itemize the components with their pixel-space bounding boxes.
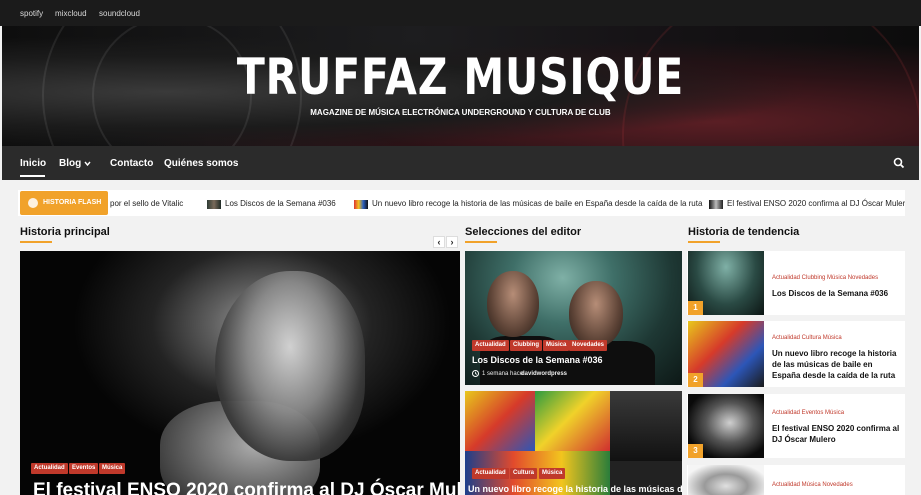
trending-categories[interactable]: Actualidad Música Novedades <box>772 482 853 488</box>
nav-item-quienes-somos[interactable]: Quiénes somos <box>164 158 238 169</box>
trending-rank: 1 <box>688 301 703 315</box>
category-tag[interactable]: Música <box>99 463 126 474</box>
ticker-item[interactable]: El festival ENSO 2020 confirma al DJ Ósc… <box>727 199 905 208</box>
ticker-thumbnail <box>207 200 221 209</box>
portrait-shape <box>215 271 365 461</box>
section-underline <box>688 241 720 243</box>
category-tag[interactable]: Novedades <box>569 340 608 351</box>
editor-card-time: 1 semana hace <box>482 371 524 377</box>
nav-item-blog[interactable]: Blog <box>59 158 81 169</box>
flash-label-badge: HISTORIA FLASH <box>20 191 108 215</box>
main-story-headline[interactable]: El festival ENSO 2020 confirma al DJ Ósc… <box>33 480 460 495</box>
site-tagline: MAGAZINE DE MÚSICA ELECTRÓNICA UNDERGROU… <box>310 108 611 117</box>
site-header-banner: TRUFFAZ MUSIQUE MAGAZINE DE MÚSICA ELECT… <box>2 26 919 146</box>
main-navigation: Inicio Blog Contacto Quiénes somos <box>2 146 919 180</box>
album-cover-collage <box>465 391 535 451</box>
section-title-main: Historia principal <box>20 226 110 238</box>
category-tag[interactable]: Clubbing <box>510 340 542 351</box>
album-cover-collage <box>610 391 682 461</box>
trending-title[interactable]: Un nuevo libro recoge la historia de las… <box>772 348 900 381</box>
editor-card-title[interactable]: Los Discos de la Semana #036 <box>472 355 603 365</box>
clock-icon <box>472 370 479 377</box>
mixcloud-link[interactable]: mixcloud <box>55 9 87 18</box>
trending-categories[interactable]: Actualidad Eventos Música <box>772 410 844 416</box>
soundcloud-link[interactable]: soundcloud <box>99 9 140 18</box>
chevron-down-icon[interactable] <box>84 161 91 167</box>
main-story-image[interactable]: Actualidad Eventos Música El festival EN… <box>20 251 460 495</box>
editor-card-author[interactable]: davidwordpress <box>521 371 567 377</box>
trending-categories[interactable]: Actualidad Clubbing Música Novedades <box>772 275 878 281</box>
trending-title[interactable]: Los Discos de la Semana #036 <box>772 288 900 299</box>
trending-item[interactable]: 2 Actualidad Cultura Música Un nuevo lib… <box>687 321 905 387</box>
trending-categories[interactable]: Actualidad Cultura Música <box>772 335 842 341</box>
category-tag[interactable]: Música <box>543 340 570 351</box>
nav-item-contacto[interactable]: Contacto <box>110 158 153 169</box>
ticker-thumbnail <box>354 200 368 209</box>
section-underline <box>20 241 52 243</box>
editor-card[interactable]: Actualidad Clubbing Música Novedades Los… <box>465 251 682 385</box>
trending-item[interactable]: Actualidad Música Novedades <box>687 465 905 495</box>
flash-label: HISTORIA FLASH <box>43 199 102 206</box>
category-tag[interactable]: Música <box>539 468 566 479</box>
section-title-editor: Selecciones del editor <box>465 226 582 238</box>
trending-rank: 2 <box>688 373 703 387</box>
category-tag[interactable]: Actualidad <box>31 463 68 474</box>
ticker-item[interactable]: por el sello de Vitalic <box>110 199 183 208</box>
category-tag[interactable]: Eventos <box>69 463 99 474</box>
editor-card-title[interactable]: Un nuevo libro recoge la historia de las… <box>468 484 682 494</box>
flash-dot-icon <box>28 198 38 208</box>
chevron-left-icon[interactable]: ‹ <box>433 236 445 248</box>
trending-title[interactable]: El festival ENSO 2020 confirma al DJ Ósc… <box>772 423 900 445</box>
nav-item-inicio[interactable]: Inicio <box>20 158 46 169</box>
ticker-item[interactable]: Un nuevo libro recoge la historia de las… <box>372 199 702 208</box>
person-shape <box>569 281 623 347</box>
trending-rank: 3 <box>688 444 703 458</box>
top-bar: spotify mixcloud soundcloud <box>0 0 921 26</box>
ticker-thumbnail <box>709 200 723 209</box>
spotify-link[interactable]: spotify <box>20 9 43 18</box>
site-title[interactable]: TRUFFAZ MUSIQUE <box>85 48 837 106</box>
news-ticker: HISTORIA FLASH por el sello de Vitalic L… <box>18 190 905 216</box>
section-title-trending: Historia de tendencia <box>688 226 800 238</box>
chevron-right-icon[interactable]: › <box>446 236 458 248</box>
editor-card[interactable]: Actualidad Cultura Música Un nuevo libro… <box>465 391 682 495</box>
category-tag[interactable]: Cultura <box>510 468 537 479</box>
album-cover-collage <box>535 391 610 451</box>
trending-thumbnail <box>688 465 764 495</box>
ticker-item[interactable]: Los Discos de la Semana #036 <box>225 199 336 208</box>
trending-item[interactable]: 3 Actualidad Eventos Música El festival … <box>687 394 905 458</box>
category-tag[interactable]: Actualidad <box>472 468 509 479</box>
category-tag[interactable]: Actualidad <box>472 340 509 351</box>
section-underline <box>465 241 497 243</box>
person-shape <box>487 271 539 337</box>
search-icon[interactable] <box>893 157 905 169</box>
trending-item[interactable]: 1 Actualidad Clubbing Música Novedades L… <box>687 251 905 315</box>
nav-active-indicator <box>20 175 45 177</box>
